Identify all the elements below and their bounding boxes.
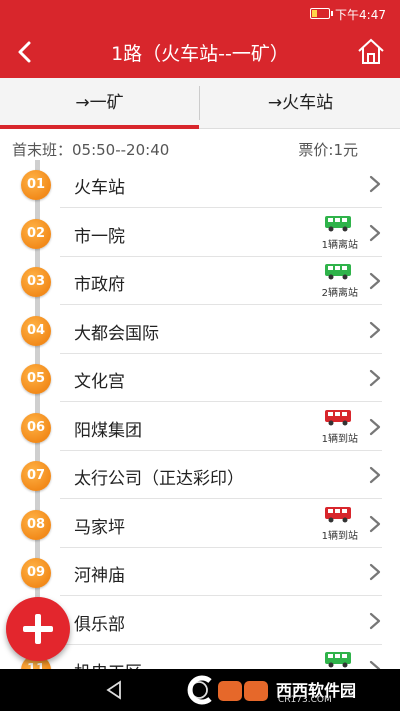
- stop-number-badge: 03: [21, 267, 51, 297]
- stop-row[interactable]: 07 太行公司（正达彩印）: [0, 451, 400, 499]
- status-bar: 下午4:47: [0, 0, 400, 26]
- watermark-logo: 西西软件园 CR173.COM: [184, 673, 394, 707]
- stop-list[interactable]: 01 火车站 02 市一院 1辆离站 03 市政府 2辆离站 04 大都会国际 05 文化宫 06 阳煤集…: [0, 160, 400, 669]
- chevron-right-icon: [369, 272, 381, 290]
- chevron-right-icon: [369, 321, 381, 338]
- tab-to-huochezhan[interactable]: →火车站: [201, 78, 400, 128]
- stop-name: 马家坪: [74, 517, 125, 538]
- back-arrow-icon[interactable]: [12, 38, 40, 66]
- chevron-right-icon: [369, 660, 381, 669]
- watermark-c-icon: [187, 675, 268, 705]
- stop-name: 俱乐部: [74, 614, 125, 635]
- stop-number-badge: 02: [21, 218, 51, 249]
- chevron-right-icon: [369, 466, 381, 484]
- stop-row[interactable]: 05 文化宫: [0, 354, 400, 402]
- stop-number-badge: 01: [21, 170, 51, 200]
- stop-row[interactable]: 01 火车站: [0, 160, 400, 208]
- bus-icon: [325, 506, 351, 522]
- stop-number-badge: 07: [21, 461, 51, 491]
- chevron-right-icon: [369, 515, 381, 532]
- bus-status-label: 1辆到站: [321, 433, 358, 445]
- stop-name: 市一院: [74, 226, 125, 247]
- status-time: 下午4:47: [335, 8, 386, 22]
- stop-name: 机电工区: [74, 658, 142, 669]
- bus-icon: [325, 409, 351, 425]
- stop-number-badge: 09: [21, 558, 51, 588]
- stop-number-badge: 08: [21, 509, 51, 540]
- system-nav-bar: 西西软件园 CR173.COM: [0, 669, 400, 711]
- stop-number-badge: 04: [21, 315, 51, 346]
- stop-row[interactable]: 04 大都会国际: [0, 306, 400, 354]
- tab-label: →火车站: [267, 93, 334, 113]
- stop-name: 太行公司（正达彩印）: [74, 469, 244, 489]
- page-title: 1路（火车站--一矿）: [111, 43, 289, 65]
- chevron-right-icon: [369, 175, 381, 193]
- tab-divider: [199, 86, 200, 120]
- bus-icon: [325, 215, 351, 231]
- stop-row[interactable]: 06 阳煤集团 1辆到站: [0, 403, 400, 451]
- stop-name: 河神庙: [74, 566, 125, 586]
- watermark-url: CR173.COM: [278, 695, 332, 705]
- stop-row[interactable]: 02 市一院 1辆离站: [0, 209, 400, 257]
- add-button[interactable]: [6, 597, 70, 661]
- battery-icon: [310, 8, 333, 19]
- bus-icon: [325, 652, 351, 668]
- stop-number-badge: 05: [21, 364, 51, 394]
- tab-label: →一矿: [75, 93, 124, 113]
- direction-tabs: →一矿 →火车站: [0, 78, 400, 129]
- home-icon[interactable]: [356, 36, 386, 66]
- stop-row[interactable]: 09 河神庙: [0, 548, 400, 596]
- plus-icon-vertical: [35, 614, 41, 644]
- chevron-right-icon: [369, 563, 381, 581]
- stop-row[interactable]: 08 马家坪 1辆到站: [0, 500, 400, 548]
- bus-status-label: 1辆到站: [321, 530, 358, 542]
- stop-number-badge: 06: [21, 412, 51, 443]
- stop-row[interactable]: 03 市政府 2辆离站: [0, 257, 400, 305]
- stop-name: 大都会国际: [74, 323, 159, 344]
- chevron-right-icon: [369, 418, 381, 435]
- stop-name: 火车站: [74, 178, 125, 198]
- app-header: 1路（火车站--一矿）: [0, 26, 400, 78]
- bus-icon: [325, 264, 351, 280]
- chevron-right-icon: [369, 224, 381, 241]
- nav-back-icon[interactable]: [104, 679, 126, 701]
- chevron-right-icon: [369, 369, 381, 387]
- bus-status-label: 1辆离站: [321, 239, 358, 251]
- schedule-text: 首末班：05:50--20:40: [12, 141, 170, 159]
- stop-name: 市政府: [74, 275, 125, 295]
- fare-text: 票价:1元: [298, 141, 358, 159]
- stop-name: 阳煤集团: [74, 420, 142, 441]
- chevron-right-icon: [369, 612, 381, 629]
- tab-to-yikuang[interactable]: →一矿: [0, 78, 199, 129]
- bus-status-label: 2辆离站: [321, 288, 358, 299]
- stop-name: 文化宫: [74, 372, 125, 392]
